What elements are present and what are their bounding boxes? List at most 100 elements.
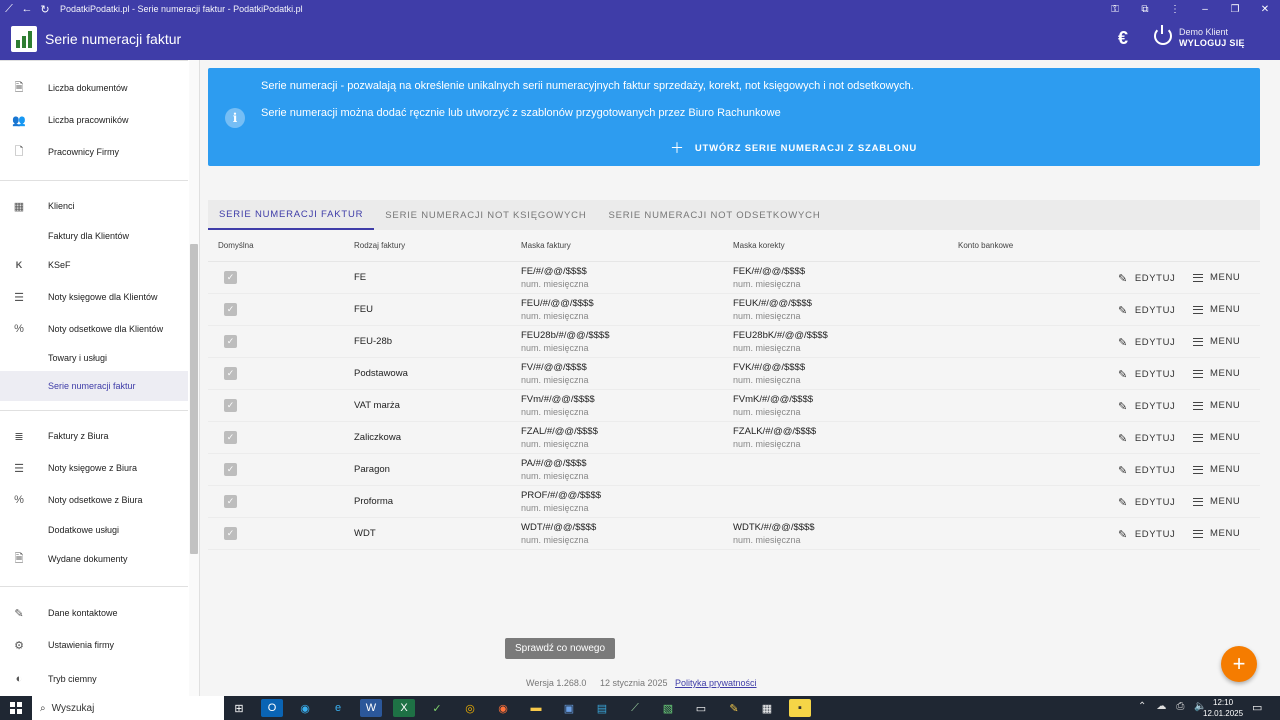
network-icon[interactable]: ⎙ [1176, 701, 1184, 712]
taskbar-search[interactable]: ⌕ Wyszukaj [32, 696, 224, 720]
onedrive-icon[interactable]: ☁ [1156, 701, 1166, 712]
currency-icon[interactable]: € [1118, 28, 1128, 49]
default-checkbox[interactable]: ✓ [224, 367, 237, 380]
word-icon[interactable]: W [360, 699, 382, 717]
menu-button[interactable]: MENU [1193, 368, 1240, 379]
reload-icon[interactable]: ↻ [36, 0, 54, 18]
edit-button[interactable]: ✎ EDYTUJ [1118, 528, 1175, 541]
app-logo-icon[interactable] [11, 26, 37, 52]
menu-icon [1193, 433, 1203, 442]
privacy-link[interactable]: Polityka prywatności [675, 678, 757, 688]
app-pen-icon[interactable]: ✎ [723, 699, 745, 717]
edit-button[interactable]: ✎ EDYTUJ [1118, 400, 1175, 413]
edit-button[interactable]: ✎ EDYTUJ [1118, 464, 1175, 477]
power-icon[interactable] [1154, 25, 1172, 45]
key-icon[interactable]: ⚿ [1100, 4, 1130, 15]
edit-button[interactable]: ✎ EDYTUJ [1118, 304, 1175, 317]
more-icon[interactable]: ⋮ [1160, 4, 1190, 15]
minimize-icon[interactable]: – [1190, 4, 1220, 15]
sidebar-item-noty-ksiegowe-z-biura[interactable]: ☰ Noty księgowe z Biura [0, 453, 188, 483]
table-body: ✓ FE FE/#/@@/$$$$ num. miesięczna FEK/#/@@/$… [208, 262, 1260, 550]
sidebar-item-klienci[interactable]: ▦ Klienci [0, 191, 188, 221]
folder-icon[interactable]: ▬ [525, 699, 547, 717]
menu-button[interactable]: MENU [1193, 496, 1240, 507]
create-from-template-button[interactable]: ＋ UTWÓRZ SERIE NUMERACJI Z SZABLONU [670, 138, 917, 158]
edge-icon[interactable]: ◉ [294, 699, 316, 717]
default-checkbox[interactable]: ✓ [224, 335, 237, 348]
edit-button[interactable]: ✎ EDYTUJ [1118, 272, 1175, 285]
app-green-icon[interactable]: ✓ [426, 699, 448, 717]
calculator-icon[interactable]: ▦ [756, 699, 778, 717]
tab-serie-faktur[interactable]: SERIE NUMERACJI FAKTUR [208, 200, 375, 230]
sidebar-item-ksef[interactable]: K KSeF [0, 250, 188, 280]
sidebar-item-liczba-pracownikow[interactable]: 👥 Liczba pracowników [0, 105, 188, 135]
tab-serie-not-ksiegowych[interactable]: SERIE NUMERACJI NOT KSIĘGOWYCH [374, 200, 597, 230]
browser-tab-title: PodatkiPodatki.pl - Serie numeracji fakt… [60, 4, 303, 14]
sidebar-item-towary-i-uslugi[interactable]: Towary i usługi [0, 343, 188, 373]
default-checkbox[interactable]: ✓ [224, 431, 237, 444]
default-checkbox[interactable]: ✓ [224, 271, 237, 284]
extensions-icon[interactable]: ⧉ [1130, 4, 1160, 15]
sidebar-item-noty-ksiegowe-dla-klientow[interactable]: ☰ Noty księgowe dla Klientów [0, 282, 188, 312]
terminal-icon[interactable]: ▭ [690, 699, 712, 717]
menu-button[interactable]: MENU [1193, 272, 1240, 283]
sidebar-item-liczba-dokumentow[interactable]: 🗎 Liczba dokumentów [0, 73, 188, 103]
sidebar-item-wydane-dokumenty[interactable]: 🗎 Wydane dokumenty [0, 544, 188, 574]
edit-button[interactable]: ✎ EDYTUJ [1118, 368, 1175, 381]
sidebar-item-ustawienia-firmy[interactable]: ⚙ Ustawienia firmy [0, 630, 188, 660]
firefox-icon[interactable]: ◉ [492, 699, 514, 717]
chrome-icon[interactable]: ◎ [459, 699, 481, 717]
default-checkbox[interactable]: ✓ [224, 495, 237, 508]
app-check-icon[interactable]: ▧ [657, 699, 679, 717]
sidebar-item-noty-odsetkowe-dla-klientow[interactable]: % Noty odsetkowe dla Klientów [0, 314, 188, 344]
menu-button[interactable]: MENU [1193, 336, 1240, 347]
edit-button[interactable]: ✎ EDYTUJ [1118, 432, 1175, 445]
chevron-up-icon[interactable]: ⌃ [1138, 701, 1146, 712]
app-teal-icon[interactable]: ▤ [591, 699, 613, 717]
default-checkbox[interactable]: ✓ [224, 527, 237, 540]
sidebar-item-noty-odsetkowe-z-biura[interactable]: % Noty odsetkowe z Biura [0, 485, 188, 515]
sidebar-item-dodatkowe-uslugi[interactable]: Dodatkowe usługi [0, 515, 188, 545]
edit-button[interactable]: ✎ EDYTUJ [1118, 496, 1175, 509]
sticky-notes-icon[interactable]: ▪ [789, 699, 811, 717]
default-checkbox[interactable]: ✓ [224, 399, 237, 412]
whats-new-button[interactable]: Sprawdź co nowego [505, 638, 616, 659]
default-checkbox[interactable]: ✓ [224, 303, 237, 316]
correction-mask-value: FEK/#/@@/$$$$ [733, 266, 806, 277]
ie-icon[interactable]: e [327, 699, 349, 717]
sidebar-item-faktury-dla-klientow[interactable]: Faktury dla Klientów [0, 221, 188, 251]
app-blue-icon[interactable]: ▣ [558, 699, 580, 717]
default-checkbox[interactable]: ✓ [224, 463, 237, 476]
notification-icon[interactable]: ▭ [1252, 701, 1262, 714]
menu-button[interactable]: MENU [1193, 464, 1240, 475]
logout-button[interactable]: Demo Klient WYLOGUJ SIĘ [1179, 27, 1245, 49]
create-from-template-label: UTWÓRZ SERIE NUMERACJI Z SZABLONU [694, 142, 918, 154]
taskbar-clock[interactable]: 12:10 12.01.2025 [1203, 697, 1243, 719]
invoice-mask: FEU28b/#/@@/$$$$ num. miesięczna [521, 329, 609, 355]
sidebar-item-faktury-z-biura[interactable]: ≣ Faktury z Biura [0, 421, 188, 451]
edit-button[interactable]: ✎ EDYTUJ [1118, 336, 1175, 349]
invoice-mask: WDT/#/@@/$$$$ num. miesięczna [521, 521, 596, 547]
sidebar-item-pracownicy-firmy[interactable]: 🗋 Pracownicy Firmy [0, 137, 188, 167]
close-icon[interactable]: ✕ [1250, 4, 1280, 15]
tab-serie-not-odsetkowych[interactable]: SERIE NUMERACJI NOT ODSETKOWYCH [597, 200, 831, 230]
header-bank-account: Konto bankowe [958, 241, 1014, 250]
sidebar-item-serie-numeracji-faktur[interactable]: Serie numeracji faktur [0, 371, 188, 401]
excel-icon[interactable]: X [393, 699, 415, 717]
sidebar-item-tryb-ciemny[interactable]: ◐ Tryb ciemny [0, 664, 188, 694]
add-series-button[interactable]: + [1221, 646, 1257, 682]
menu-label: MENU [1210, 368, 1241, 379]
menu-button[interactable]: MENU [1193, 528, 1240, 539]
menu-button[interactable]: MENU [1193, 432, 1240, 443]
menu-icon [1193, 401, 1203, 410]
windows-start-icon[interactable] [10, 702, 22, 714]
sidebar-item-dane-kontaktowe[interactable]: ✎ Dane kontaktowe [0, 598, 188, 628]
menu-button[interactable]: MENU [1193, 400, 1240, 411]
menu-button[interactable]: MENU [1193, 304, 1240, 315]
maximize-icon[interactable]: ❐ [1220, 4, 1250, 15]
browser-app-icon[interactable]: ⟋ [624, 699, 646, 717]
sidebar-scrollbar-thumb[interactable] [190, 244, 198, 554]
outlook-icon[interactable]: O [261, 699, 283, 717]
back-icon[interactable]: ← [18, 0, 36, 18]
task-view-icon[interactable]: ⊞ [228, 699, 250, 717]
